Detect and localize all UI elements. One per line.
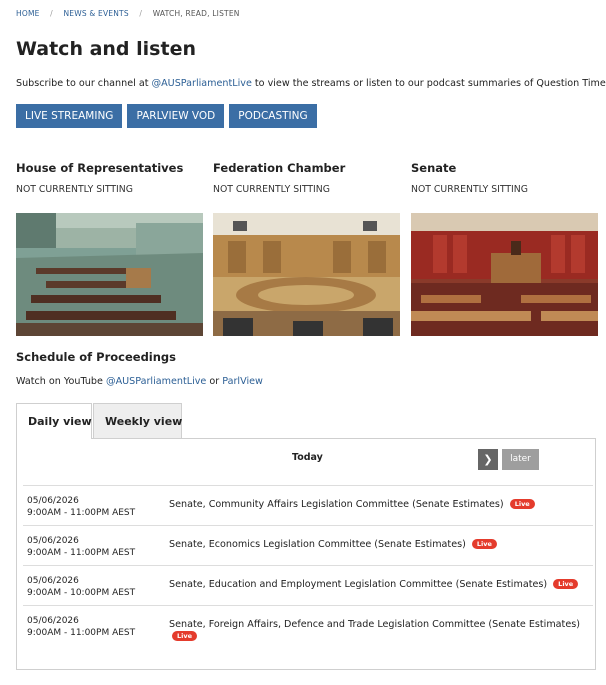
live-badge: Live: [172, 631, 198, 641]
watch-on-text: Watch on YouTube @AUSParliamentLive or P…: [16, 376, 263, 387]
chamber-status: NOT CURRENTLY SITTING: [16, 184, 133, 195]
schedule-row[interactable]: 05/06/2026 9:00AM - 10:00PM AEST Senate, …: [23, 565, 593, 606]
breadcrumb-separator: /: [139, 9, 143, 18]
house-chamber-photo[interactable]: [16, 213, 203, 336]
tab-daily-view[interactable]: Daily view: [16, 403, 92, 439]
tab-weekly-view[interactable]: Weekly view: [93, 403, 182, 439]
schedule-time: 9:00AM - 10:00PM AEST: [27, 588, 136, 598]
schedule-datetime: 05/06/2026 9:00AM - 10:00PM AEST: [27, 575, 135, 599]
schedule-title-text: Senate, Economics Legislation Committee …: [169, 539, 466, 550]
federation-chamber-photo[interactable]: [213, 213, 400, 336]
live-badge: Live: [471, 539, 497, 549]
schedule-item-title: Senate, Education and Employment Legisla…: [169, 579, 589, 591]
day-label: Today: [292, 452, 323, 463]
chamber-senate: Senate NOT CURRENTLY SITTING: [411, 161, 599, 195]
schedule-title-text: Senate, Foreign Affairs, Defence and Tra…: [169, 619, 580, 630]
schedule-panel: Today ❯ later 05/06/2026 9:00AM - 11:00PM…: [16, 438, 596, 670]
schedule-datetime: 05/06/2026 9:00AM - 11:00PM AEST: [27, 535, 135, 559]
breadcrumb-home-link[interactable]: HOME: [16, 9, 40, 18]
breadcrumb-current: WATCH, READ, LISTEN: [152, 9, 240, 18]
later-button[interactable]: later: [502, 449, 539, 470]
youtube-link[interactable]: @AUSParliamentLive: [106, 376, 206, 387]
schedule-row[interactable]: 05/06/2026 9:00AM - 11:00PM AEST Senate, …: [23, 525, 593, 566]
chamber-status: NOT CURRENTLY SITTING: [213, 184, 330, 195]
schedule-datetime: 05/06/2026 9:00AM - 11:00PM AEST: [27, 615, 135, 639]
schedule-datetime: 05/06/2026 9:00AM - 11:00PM AEST: [27, 495, 135, 519]
parlview-link[interactable]: ParlView: [222, 376, 263, 387]
youtube-channel-link[interactable]: @AUSParliamentLive: [152, 78, 252, 89]
schedule-time: 9:00AM - 11:00PM AEST: [27, 548, 136, 558]
schedule-item-title: Senate, Economics Legislation Committee …: [169, 539, 589, 551]
live-badge: Live: [553, 579, 579, 589]
parlview-vod-button[interactable]: PARLVIEW VOD: [127, 104, 225, 128]
podcasting-button[interactable]: PODCASTING: [229, 104, 317, 128]
breadcrumb: HOME / NEWS & EVENTS / WATCH, READ, LIST…: [16, 9, 240, 18]
schedule-row[interactable]: 05/06/2026 9:00AM - 11:00PM AEST Senate, …: [23, 605, 593, 658]
next-day-button[interactable]: ❯: [478, 449, 498, 470]
chamber-federation: Federation Chamber NOT CURRENTLY SITTING: [213, 161, 401, 195]
watch-before: Watch on YouTube: [16, 376, 106, 387]
chevron-right-icon: ❯: [483, 453, 493, 466]
schedule-time: 9:00AM - 11:00PM AEST: [27, 508, 136, 518]
watch-middle: or: [206, 376, 223, 387]
schedule-title: Schedule of Proceedings: [16, 350, 177, 364]
senate-chamber-photo[interactable]: [411, 213, 598, 336]
schedule-item-title: Senate, Foreign Affairs, Defence and Tra…: [169, 619, 589, 643]
schedule-title-text: Senate, Community Affairs Legislation Co…: [169, 499, 504, 510]
media-button-row: LIVE STREAMING PARLVIEW VOD PODCASTING: [16, 104, 317, 128]
chamber-name: House of Representatives: [16, 161, 184, 175]
chamber-house: House of Representatives NOT CURRENTLY S…: [16, 161, 204, 195]
schedule-time: 9:00AM - 11:00PM AEST: [27, 628, 136, 638]
schedule-date: 05/06/2026: [27, 536, 79, 546]
live-streaming-button[interactable]: LIVE STREAMING: [16, 104, 123, 128]
chamber-name: Senate: [411, 161, 457, 175]
breadcrumb-separator: /: [50, 9, 53, 18]
breadcrumb-news-link[interactable]: NEWS & EVENTS: [63, 9, 128, 18]
schedule-date: 05/06/2026: [27, 616, 79, 626]
schedule-row[interactable]: 05/06/2026 9:00AM - 11:00PM AEST Senate, …: [23, 485, 593, 526]
intro-text: Subscribe to our channel at @AUSParliame…: [16, 78, 606, 89]
schedule-item-title: Senate, Community Affairs Legislation Co…: [169, 499, 589, 511]
schedule-date: 05/06/2026: [27, 496, 79, 506]
chamber-name: Federation Chamber: [213, 161, 346, 175]
live-badge: Live: [509, 499, 535, 509]
intro-before: Subscribe to our channel at: [16, 78, 152, 89]
intro-after: to view the streams or listen to our pod…: [251, 78, 606, 89]
schedule-date: 05/06/2026: [27, 576, 79, 586]
chamber-status: NOT CURRENTLY SITTING: [411, 184, 528, 195]
page-title: Watch and listen: [16, 38, 196, 60]
schedule-title-text: Senate, Education and Employment Legisla…: [169, 579, 548, 590]
